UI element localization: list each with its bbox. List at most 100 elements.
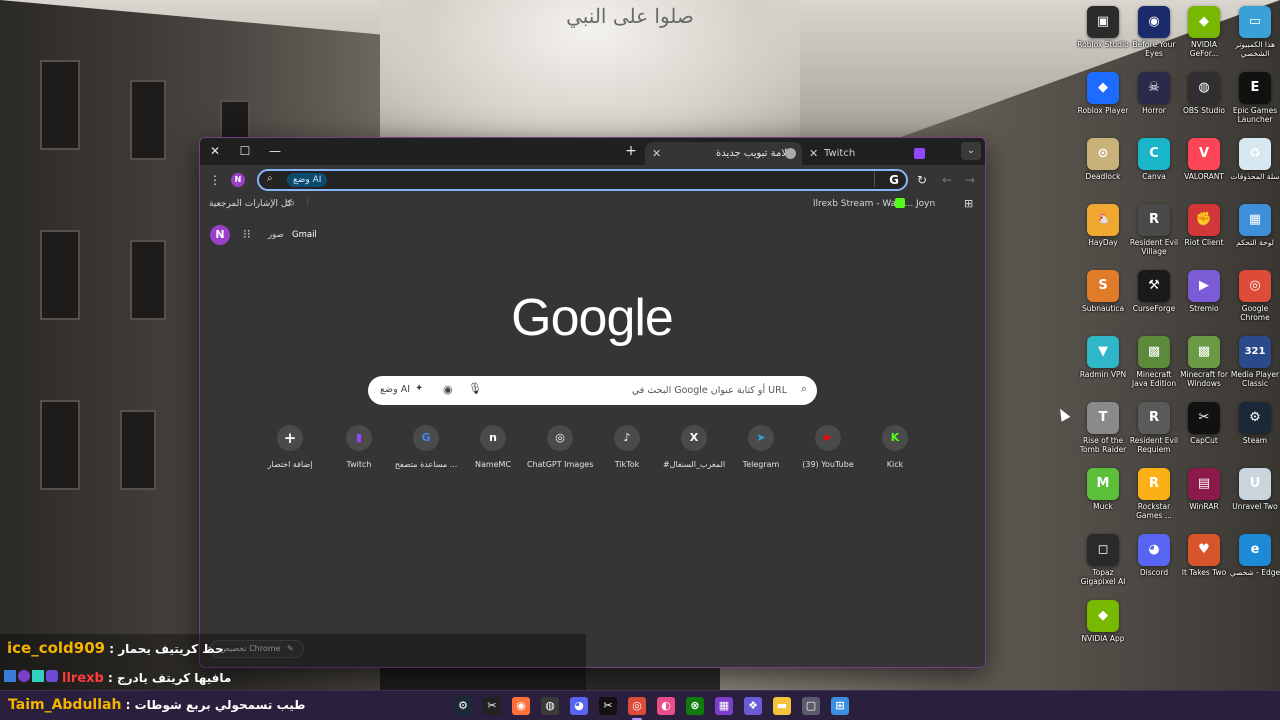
new-tab-button[interactable]: + [621,142,641,160]
copilot-icon[interactable]: ❖ [744,697,762,715]
desktop-icon[interactable]: ☠ Horror [1128,72,1180,115]
shortcut-tiktok[interactable]: ♪ TikTok [594,423,660,469]
ntp-search-box[interactable]: وضع AI ✦ ◉ 🎙 البحث في Google أو كتابة عن… [368,376,817,405]
windows-start-icon[interactable]: ⊞ [831,697,849,715]
desktop-icon[interactable]: ◉ Before Your Eyes [1128,6,1180,58]
shortcut-google-help[interactable]: G مساعدة متصفح ... [393,423,459,469]
google-lens-icon[interactable]: G [884,170,904,190]
calendar-icon[interactable]: ▦ [715,697,733,715]
back-icon[interactable]: ← [937,171,957,189]
chat-message: Taim_Abdullah : طيب تسمحولي بربع شوطات [8,697,306,713]
desktop-icon[interactable]: ♥ It Takes Two [1178,534,1230,577]
desktop-icon[interactable]: 🐔 HayDay [1077,204,1129,247]
desktop-icon[interactable]: ▶ Stremio [1178,270,1230,313]
desktop-icon[interactable]: ▤ WinRAR [1178,468,1230,511]
shortcut-kick[interactable]: K Kick [862,423,928,469]
desktop-icon[interactable]: R Resident Evil Village [1128,204,1180,256]
maximize-window-button[interactable]: ☐ [235,142,255,160]
search-input-placeholder[interactable]: البحث في Google أو كتابة عنوان URL [632,385,787,396]
desktop-icon[interactable]: ◕ Discord [1128,534,1180,577]
images-link[interactable]: صور [268,230,284,240]
close-tab-icon[interactable]: ✕ [809,142,818,165]
desktop-icon[interactable]: ✊ Riot Client [1178,204,1230,247]
app-icon: R [1138,402,1170,434]
desktop-icon[interactable]: C Canva [1128,138,1180,181]
google-lens-icon[interactable]: ◉ [443,383,453,396]
tab-twitch[interactable]: ✕ Twitch [802,142,937,165]
desktop-icon[interactable]: ▭ هذا الكمبيوتر الشخصي [1229,6,1280,58]
desktop-icon-label: Roblox Player [1077,106,1129,115]
desktop-icon[interactable]: ▣ Roblox Studio [1077,6,1129,49]
desktop-icon[interactable]: R Resident Evil Requiem [1128,402,1180,454]
desktop-icon[interactable]: V VALORANT [1178,138,1230,181]
xbox-icon[interactable]: ⊗ [686,697,704,715]
desktop-icon[interactable]: U Unravel Two [1229,468,1280,511]
tab-search-chevron-icon[interactable]: ⌄ [961,142,981,160]
app-icon: ▩ [1188,336,1220,368]
desktop-icon[interactable]: 321 Media Player Classic [1229,336,1280,388]
apps-grid-icon[interactable]: ⊞ [964,197,973,210]
desktop-icon[interactable]: R Rockstar Games ... [1128,468,1180,520]
all-bookmarks-label[interactable]: كل الإشارات المرجعية [209,199,292,209]
ai-mode-label[interactable]: وضع AI [380,384,410,395]
desktop-icon[interactable]: ▩ Minecraft Java Edition [1128,336,1180,388]
window-icon[interactable]: ▢ [802,697,820,715]
chrome-icon[interactable]: ◎ [628,697,646,715]
profile-avatar[interactable]: N [231,173,245,187]
shortcut-telegram[interactable]: ➤ Telegram [728,423,794,469]
desktop-icon[interactable]: ✂ CapCut [1178,402,1230,445]
obs-icon[interactable]: ◍ [541,697,559,715]
desktop-icon[interactable]: ◆ Roblox Player [1077,72,1129,115]
forward-icon[interactable]: → [960,171,980,189]
shortcut-x[interactable]: X #المغرب_السنغال [661,423,727,469]
chrome-window[interactable]: ✕ ☐ — + ✕ علامة تبويب جديدة ✕ Twitch ⌄ ⋮… [199,137,986,668]
close-window-button[interactable]: ✕ [205,142,225,160]
desktop-icon[interactable]: ◍ OBS Studio [1178,72,1230,115]
desktop-icon[interactable]: ⚒ CurseForge [1128,270,1180,313]
desktop-icon-label: Topaz Gigapixel AI [1080,568,1126,586]
desktop-icon-label: سلة المحذوفات [1230,172,1280,181]
shortcut-chatgpt[interactable]: ◎ ChatGPT Images [527,423,593,469]
desktop-icon[interactable]: ◻ Topaz Gigapixel AI [1077,534,1129,586]
menu-icon[interactable]: ⋮ [205,171,225,189]
desktop-icon[interactable]: ◎ Google Chrome [1229,270,1280,322]
shortcut-add[interactable]: + إضافة اختصار [257,423,323,469]
ai-mode-pill[interactable]: وضع AI [287,173,328,187]
account-avatar[interactable]: N [210,225,230,245]
close-tab-icon[interactable]: ✕ [652,142,661,165]
microphone-icon[interactable]: 🎙 [468,382,482,395]
desktop-icon[interactable]: ⚙ Steam [1229,402,1280,445]
desktop-icon[interactable]: ▦ لوحة التحكم [1229,204,1280,247]
app-icon: ◍ [1188,72,1220,104]
shortcut-twitch[interactable]: ▮ Twitch [326,423,392,469]
file-explorer-icon[interactable]: ▬ [773,697,791,715]
bookmark-item[interactable]: Joyn [916,199,935,209]
shortcut-namemc[interactable]: n NameMC [460,423,526,469]
desktop-icon[interactable]: S Subnautica [1077,270,1129,313]
desktop-icon[interactable]: ◆ NVIDIA GeFor... [1178,6,1230,58]
badge-icon [4,670,16,682]
desktop-icon[interactable]: ◆ NVIDIA App [1077,600,1129,643]
google-apps-icon[interactable]: ⁝⁝ [243,227,251,241]
desktop-icon[interactable]: ▩ Minecraft for Windows [1178,336,1230,388]
desktop-icon[interactable]: M Muck [1077,468,1129,511]
minimize-window-button[interactable]: — [265,142,285,160]
omnibox[interactable]: ⌕ وضع AI G [257,169,908,191]
desktop-icon[interactable]: E Epic Games Launcher [1229,72,1280,124]
desktop-icon[interactable]: ⊙ Deadlock [1077,138,1129,181]
firefox-icon[interactable]: ◉ [512,697,530,715]
gmail-link[interactable]: Gmail [292,230,317,240]
paint-icon[interactable]: ◐ [657,697,675,715]
discord-icon[interactable]: ◕ [570,697,588,715]
tab-new-tab[interactable]: ✕ علامة تبويب جديدة [645,142,802,165]
tab-title: Twitch [824,148,856,159]
desktop-icon[interactable]: ♻ سلة المحذوفات [1229,138,1280,181]
desktop-icon[interactable]: T Rise of the Tomb Raider [1077,402,1129,454]
capcut2-icon[interactable]: ✂ [599,697,617,715]
capcut-icon[interactable]: ✂ [483,697,501,715]
desktop-icon[interactable]: e شخصي - Edge [1229,534,1280,577]
desktop-icon[interactable]: ▼ Radmin VPN [1077,336,1129,379]
shortcut-youtube[interactable]: ▶ (39) YouTube [795,423,861,469]
reload-icon[interactable]: ↻ [912,171,932,189]
steam-icon[interactable]: ⚙ [454,697,472,715]
